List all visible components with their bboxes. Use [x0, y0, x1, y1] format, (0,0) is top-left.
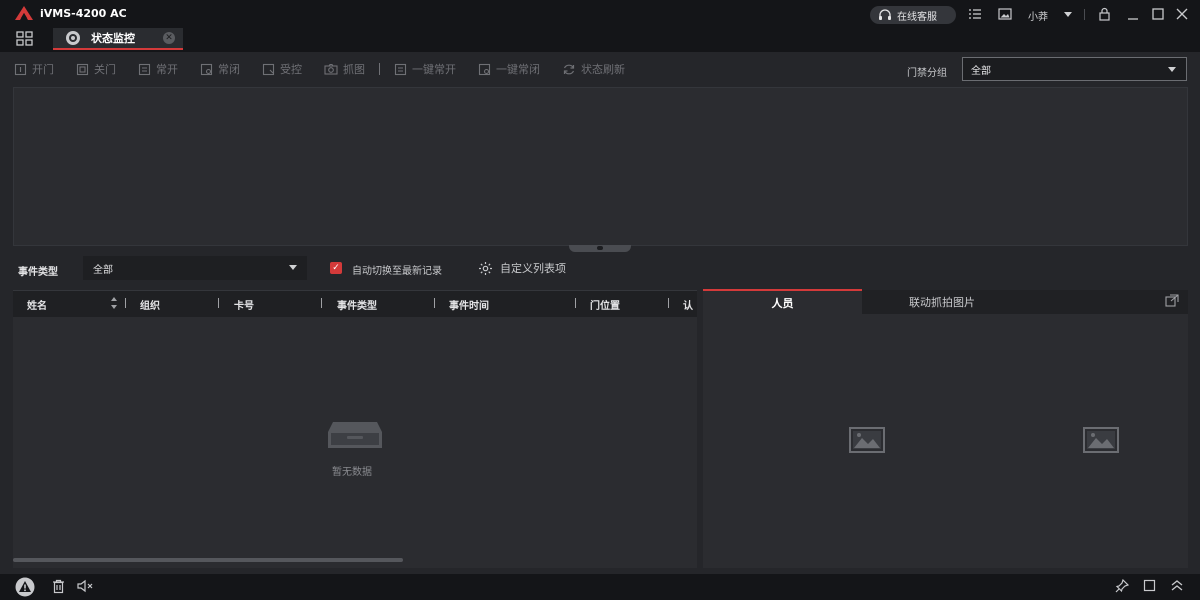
controlled-label: 受控	[280, 63, 302, 76]
headset-icon	[878, 9, 892, 21]
window-restore-icon[interactable]	[1143, 579, 1156, 592]
door-group-value: 全部	[971, 65, 991, 77]
all-closed-icon	[478, 63, 491, 75]
app-title: iVMS-4200 AC	[40, 7, 127, 20]
column-header-name[interactable]: 姓名	[27, 297, 47, 312]
controlled-button[interactable]: 受控	[262, 61, 302, 77]
column-header-card-no[interactable]: 卡号	[234, 297, 254, 312]
remain-open-label: 常开	[156, 63, 178, 76]
event-type-label: 事件类型	[18, 267, 58, 278]
user-menu-chevron-icon[interactable]	[1064, 12, 1072, 17]
horizontal-scrollbar[interactable]	[13, 558, 403, 562]
open-door-icon	[14, 63, 27, 75]
column-header-event-time[interactable]: 事件时间	[449, 297, 489, 312]
lock-icon[interactable]	[1098, 7, 1111, 21]
door-group-label: 门禁分组	[907, 68, 947, 79]
auto-switch-label[interactable]: 自动切换至最新记录	[352, 262, 442, 277]
refresh-icon	[563, 64, 575, 74]
mute-icon[interactable]	[77, 579, 93, 593]
capture-button[interactable]: 抓图	[324, 61, 365, 77]
capture-photo-placeholder-icon	[1083, 427, 1119, 453]
column-divider[interactable]	[434, 298, 435, 308]
column-header-auth-truncated[interactable]: 认	[683, 297, 697, 312]
custom-columns-label: 自定义列表项	[500, 262, 566, 275]
remain-closed-label: 常闭	[218, 63, 240, 76]
column-header-org[interactable]: 组织	[140, 297, 160, 312]
column-divider[interactable]	[321, 298, 322, 308]
tab-linked-capture[interactable]: 联动抓拍图片	[862, 290, 1022, 314]
column-divider[interactable]	[575, 298, 576, 308]
image-icon[interactable]	[998, 7, 1012, 21]
tab-person[interactable]: 人员	[703, 289, 862, 314]
refresh-status-button[interactable]: 状态刷新	[562, 61, 625, 77]
remain-closed-icon	[200, 63, 213, 75]
remain-open-button[interactable]: 常开	[138, 61, 178, 77]
all-open-button[interactable]: 一键常开	[394, 61, 456, 77]
empty-state-text: 暂无数据	[332, 467, 372, 478]
auto-switch-checkbox[interactable]: ✓	[330, 262, 342, 274]
trash-icon[interactable]	[52, 579, 65, 594]
event-type-value: 全部	[93, 264, 113, 276]
pin-icon[interactable]	[1115, 579, 1129, 593]
app-logo-icon	[14, 5, 34, 21]
chevron-down-icon	[289, 265, 297, 270]
online-support-button[interactable]: 在线客服	[870, 6, 956, 24]
close-door-icon	[76, 63, 89, 75]
door-status-area	[13, 87, 1188, 246]
chevron-up-icon[interactable]	[1170, 579, 1184, 592]
close-door-label: 关门	[94, 63, 116, 76]
list-icon[interactable]	[968, 7, 982, 21]
splitter-grip-icon	[597, 246, 603, 250]
toolbar-divider	[379, 63, 380, 75]
apps-grid-icon[interactable]	[16, 31, 34, 47]
column-divider[interactable]	[218, 298, 219, 308]
camera-icon	[324, 63, 338, 75]
monitor-globe-icon	[65, 30, 81, 46]
person-photo-placeholder-icon	[849, 427, 885, 453]
remain-closed-button[interactable]: 常闭	[200, 61, 240, 77]
all-open-icon	[394, 63, 407, 75]
capture-label: 抓图	[343, 63, 365, 76]
all-open-label: 一键常开	[412, 63, 456, 76]
title-divider	[1084, 9, 1085, 20]
controlled-icon	[262, 63, 275, 75]
chevron-down-icon	[1168, 67, 1176, 72]
door-group-select[interactable]: 全部	[962, 57, 1187, 81]
custom-columns-button[interactable]: 自定义列表项	[478, 260, 566, 276]
tab-close-icon[interactable]: ✕	[163, 32, 175, 44]
empty-inbox-icon	[327, 420, 383, 450]
maximize-icon[interactable]	[1151, 7, 1165, 21]
open-door-label: 开门	[32, 63, 54, 76]
sort-icon[interactable]	[110, 296, 118, 310]
all-closed-button[interactable]: 一键常闭	[478, 61, 540, 77]
refresh-status-label: 状态刷新	[581, 63, 625, 76]
column-divider[interactable]	[125, 298, 126, 308]
expand-window-icon[interactable]	[1165, 294, 1179, 307]
tab-label: 状态监控	[91, 32, 135, 45]
column-divider[interactable]	[668, 298, 669, 308]
remain-open-icon	[138, 63, 151, 75]
close-door-button[interactable]: 关门	[76, 61, 116, 77]
online-support-label: 在线客服	[897, 11, 937, 23]
event-type-select[interactable]: 全部	[83, 256, 307, 280]
status-bar	[0, 574, 1200, 600]
column-header-event-type[interactable]: 事件类型	[337, 297, 377, 312]
close-icon[interactable]	[1175, 7, 1189, 21]
gear-icon	[479, 261, 492, 275]
alarm-warning-icon[interactable]	[14, 577, 36, 597]
open-door-button[interactable]: 开门	[14, 61, 54, 77]
minimize-icon[interactable]	[1126, 7, 1140, 21]
all-closed-label: 一键常闭	[496, 63, 540, 76]
title-bar	[0, 0, 1200, 28]
door-toolbar: 开门 关门 常开 常闭 受控 抓图 一键常开 一键常闭 状态刷新	[14, 58, 647, 80]
user-name[interactable]: 小莽	[1028, 8, 1048, 23]
column-header-door-location[interactable]: 门位置	[590, 297, 620, 312]
